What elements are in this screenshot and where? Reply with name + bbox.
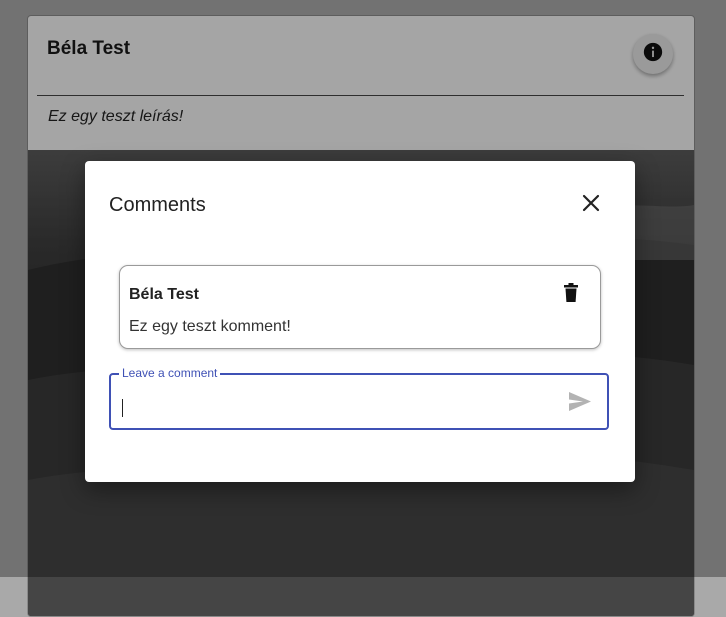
trash-icon	[563, 282, 579, 308]
close-button[interactable]	[576, 190, 606, 220]
comment-card: Béla Test Ez egy teszt komment!	[119, 265, 601, 349]
dialog-title: Comments	[109, 194, 206, 216]
close-icon	[582, 194, 600, 217]
send-icon	[569, 392, 591, 416]
delete-comment-button[interactable]	[560, 282, 582, 308]
text-caret	[122, 399, 123, 417]
send-button[interactable]	[567, 392, 593, 416]
comment-text: Ez egy teszt komment!	[129, 318, 291, 335]
comments-dialog: Comments Béla Test Ez egy teszt komment!…	[85, 161, 635, 482]
comment-author: Béla Test	[129, 286, 199, 303]
comment-input-label: Leave a comment	[119, 366, 221, 380]
comment-input[interactable]: Leave a comment	[109, 366, 609, 430]
